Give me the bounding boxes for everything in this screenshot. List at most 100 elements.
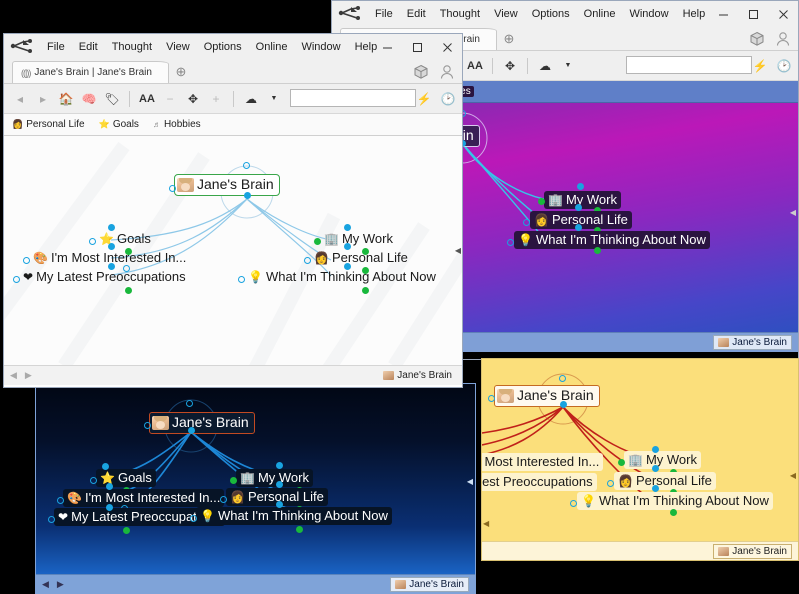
canvas-collapse-arrow[interactable]: ◀: [790, 208, 796, 217]
home-icon[interactable]: 🏠: [56, 88, 76, 110]
zoom-in-icon[interactable]: +: [206, 88, 226, 110]
breadcrumb-personal-life[interactable]: 👩 Personal Life: [12, 119, 85, 130]
window-white[interactable]: File Edit Thought View Options Online Wi…: [3, 33, 463, 388]
breadcrumb-hobbies[interactable]: ♬ Hobbies: [153, 119, 201, 130]
node-thinking-white[interactable]: 💡 What I'm Thinking About Now: [244, 268, 440, 286]
node-handle-hollow[interactable]: [23, 257, 30, 264]
close-icon[interactable]: [432, 34, 462, 60]
node-handle-blue[interactable]: [276, 501, 283, 508]
node-thinking-yellow[interactable]: 💡 What I'm Thinking About Now: [577, 492, 773, 510]
node-handle-blue[interactable]: [577, 183, 584, 190]
expand-icon[interactable]: ✥: [183, 88, 203, 110]
node-handle-blue[interactable]: [108, 243, 115, 250]
menu-window[interactable]: Window: [622, 5, 675, 23]
chevron-down-icon[interactable]: ▼: [558, 55, 578, 77]
node-handle-blue[interactable]: [244, 192, 251, 199]
cloud-icon[interactable]: ☁: [535, 55, 555, 77]
node-handle-blue[interactable]: [652, 446, 659, 453]
node-handle-hollow[interactable]: [144, 422, 151, 429]
node-handle-hollow[interactable]: [238, 276, 245, 283]
node-handle-blue[interactable]: [106, 483, 113, 490]
forward-arrow-icon[interactable]: ▶: [25, 370, 32, 381]
search-input[interactable]: [626, 56, 752, 74]
node-preoccupations-white[interactable]: ❤ My Latest Preoccupations: [19, 268, 190, 286]
menu-file[interactable]: File: [368, 5, 400, 23]
node-root-white[interactable]: Jane's Brain: [174, 174, 280, 196]
titlebar-white[interactable]: File Edit Thought View Options Online Wi…: [4, 34, 462, 60]
node-handle-hollow[interactable]: [570, 500, 577, 507]
node-goals-navy[interactable]: ⭐ Goals: [96, 469, 156, 487]
canvas-collapse-arrow[interactable]: ◀: [455, 246, 461, 255]
close-icon[interactable]: [768, 1, 798, 27]
brain-icon[interactable]: 🧠: [79, 88, 99, 110]
menu-view[interactable]: View: [159, 38, 197, 56]
cube-icon[interactable]: [410, 61, 432, 83]
node-interested-yellow[interactable]: 🎨 I'm Most Interested In...: [482, 453, 603, 471]
tab-janes-brain[interactable]: ((|)) Jane's Brain | Jane's Brain: [12, 61, 169, 83]
node-handle-blue[interactable]: [344, 243, 351, 250]
node-handle-blue[interactable]: [276, 481, 283, 488]
breadcrumb-goals[interactable]: ⭐ Goals: [99, 119, 139, 130]
node-handle-blue[interactable]: [652, 465, 659, 472]
node-personal-yellow[interactable]: 👩 Personal Life: [614, 472, 716, 490]
tabbar-right-white[interactable]: [410, 61, 458, 83]
chevron-down-icon[interactable]: ▼: [264, 88, 284, 110]
window-controls-white[interactable]: [372, 34, 462, 60]
back-arrow-icon[interactable]: ◀: [42, 579, 49, 590]
node-handle-hollow[interactable]: [89, 238, 96, 245]
node-handle-blue[interactable]: [108, 263, 115, 270]
menu-file[interactable]: File: [40, 38, 72, 56]
tabbar-white[interactable]: ((|)) Jane's Brain | Jane's Brain ⊕: [4, 60, 462, 84]
font-size-icon[interactable]: AA: [137, 88, 157, 110]
node-mywork-purple[interactable]: 🏢 My Work: [544, 191, 621, 209]
new-tab-button[interactable]: ⊕: [497, 28, 521, 50]
node-handle-hollow[interactable]: [243, 162, 250, 169]
menu-options[interactable]: Options: [525, 5, 577, 23]
node-handle-hollow[interactable]: [186, 400, 193, 407]
cube-icon[interactable]: [746, 28, 768, 50]
node-handle-blue[interactable]: [276, 462, 283, 469]
node-handle-blue[interactable]: [102, 463, 109, 470]
node-mywork-yellow[interactable]: 🏢 My Work: [624, 451, 701, 469]
history-clock-icon[interactable]: 🕑: [774, 55, 794, 77]
node-handle-blue[interactable]: [652, 485, 659, 492]
node-mywork-white[interactable]: 🏢 My Work: [320, 230, 397, 248]
menu-thought[interactable]: Thought: [433, 5, 487, 23]
toolbar-right-white[interactable]: ⚡ 🕑: [414, 88, 458, 110]
node-handle-hollow[interactable]: [169, 185, 176, 192]
lightning-icon[interactable]: ⚡: [750, 55, 770, 77]
font-size-icon[interactable]: AA: [465, 55, 485, 77]
menu-options[interactable]: Options: [197, 38, 249, 56]
cloud-icon[interactable]: ☁: [241, 88, 261, 110]
status-nav-white[interactable]: ◀ ▶: [10, 370, 32, 381]
menu-thought[interactable]: Thought: [105, 38, 159, 56]
canvas-collapse-arrow[interactable]: ◀: [790, 471, 796, 480]
history-clock-icon[interactable]: 🕑: [438, 88, 458, 110]
node-mywork-navy[interactable]: 🏢 My Work: [236, 469, 313, 487]
window-yellow[interactable]: Jane's Brain 🎨 I'm Most Interested In...…: [481, 358, 799, 561]
expand-icon[interactable]: ✥: [500, 55, 520, 77]
node-handle-hollow[interactable]: [220, 496, 227, 503]
node-handle-hollow[interactable]: [90, 477, 97, 484]
back-arrow-icon[interactable]: ◀: [10, 370, 17, 381]
node-handle-blue[interactable]: [106, 504, 113, 511]
node-handle-blue[interactable]: [344, 224, 351, 231]
user-avatar-icon[interactable]: [436, 61, 458, 83]
node-handle-hollow[interactable]: [57, 497, 64, 504]
tag-icon[interactable]: 🏷: [102, 88, 122, 110]
node-thinking-purple[interactable]: 💡 What I'm Thinking About Now: [514, 231, 710, 249]
search-input[interactable]: [290, 89, 416, 107]
window-navy[interactable]: Jane's Brain ⭐ Goals 🎨 I'm Most Interest…: [35, 383, 476, 594]
menubar-white[interactable]: File Edit Thought View Options Online Wi…: [40, 38, 384, 56]
node-handle-hollow[interactable]: [48, 516, 55, 523]
status-chip-purple[interactable]: Jane's Brain: [713, 335, 792, 350]
user-avatar-icon[interactable]: [772, 28, 794, 50]
node-handle-blue[interactable]: [575, 204, 582, 211]
tabbar-right-purple[interactable]: [746, 28, 794, 50]
toolbar-right-purple[interactable]: ⚡ 🕑: [750, 55, 794, 77]
menu-online[interactable]: Online: [249, 38, 295, 56]
node-handle-blue[interactable]: [344, 263, 351, 270]
status-chip-yellow[interactable]: Jane's Brain: [713, 544, 792, 559]
lightning-icon[interactable]: ⚡: [414, 88, 434, 110]
node-root-yellow[interactable]: Jane's Brain: [494, 385, 600, 407]
